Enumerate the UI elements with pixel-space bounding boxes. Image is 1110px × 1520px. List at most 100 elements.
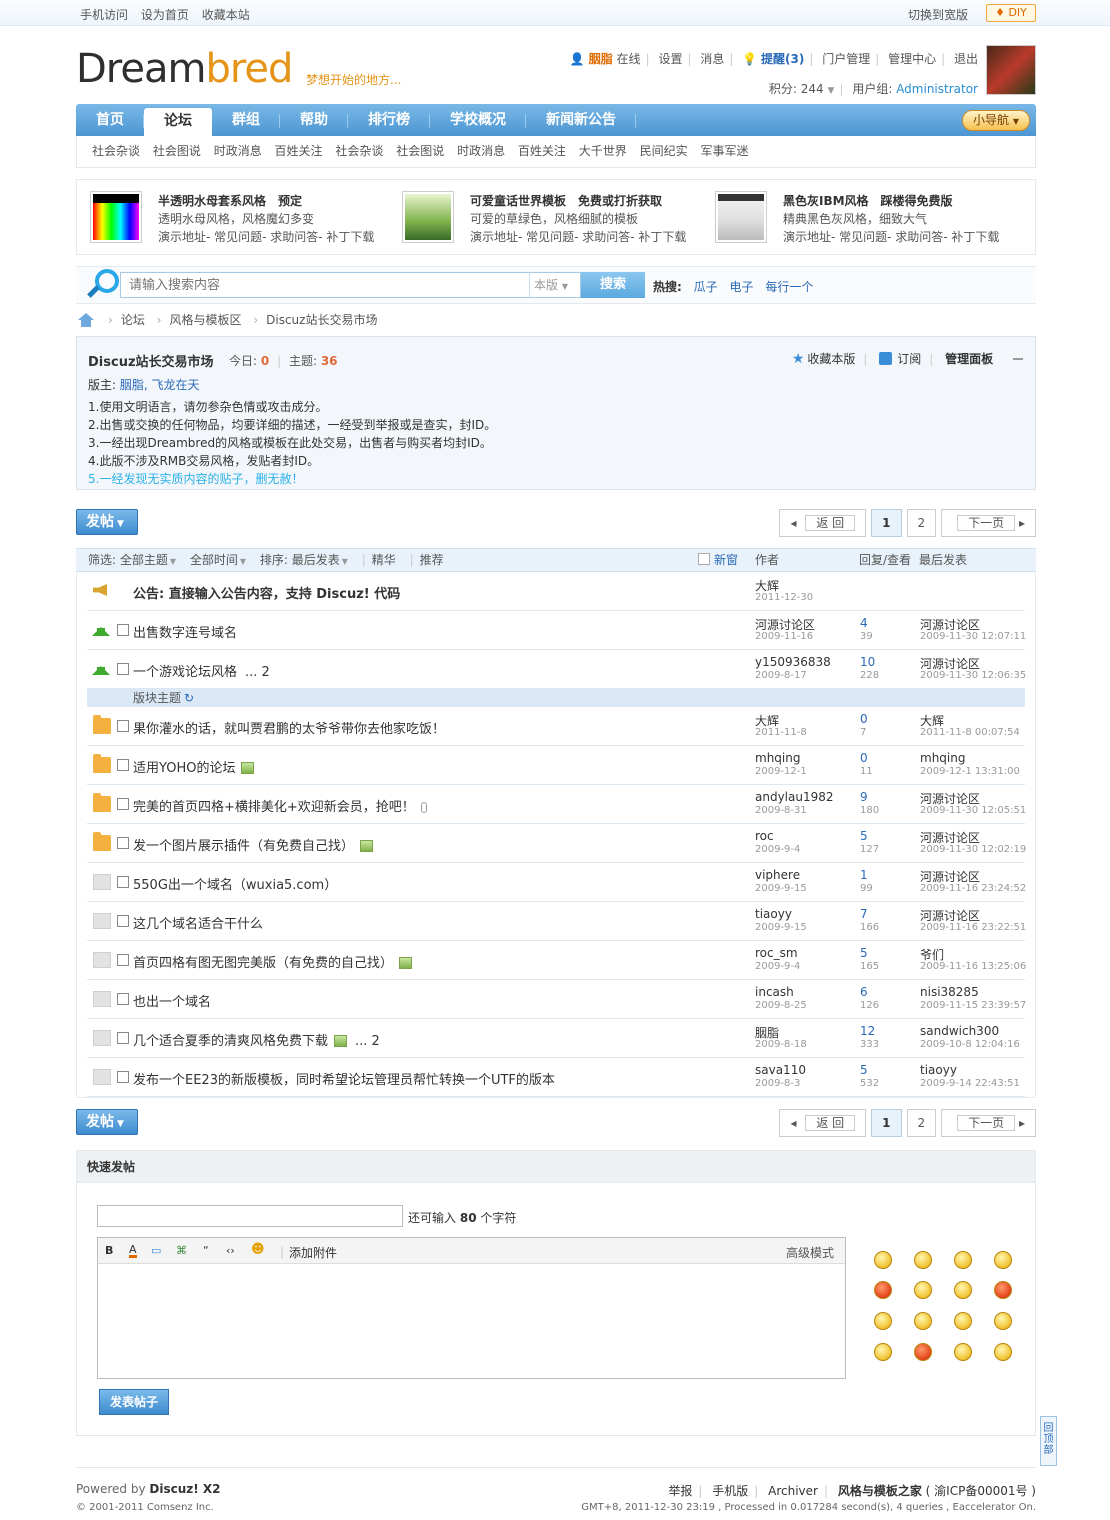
crumb-current[interactable]: Discuz站长交易市场 <box>266 313 377 327</box>
smiley-icon[interactable] <box>914 1312 932 1330</box>
filter-sort[interactable]: 排序: 最后发表 <box>260 553 340 567</box>
last-poster-link[interactable]: tiaoyy <box>920 1063 957 1077</box>
ad-links[interactable]: 演示地址- 常见问题- 求助问答- 补丁下载 <box>158 228 374 245</box>
last-post-time[interactable]: 2009-11-30 12:06:35 <box>920 670 1026 681</box>
remind-link[interactable]: 提醒(3) <box>761 52 804 66</box>
last-post-time[interactable]: 2009-11-15 23:39:57 <box>920 1000 1026 1011</box>
quick-nav-button[interactable]: 小导航 ▼ <box>962 110 1030 131</box>
folder-gray-icon[interactable] <box>93 874 111 890</box>
thread-title[interactable]: 完美的首页四格+横排美化+欢迎新会员，抢吧！ <box>133 800 415 815</box>
folder-icon[interactable] <box>93 715 111 734</box>
more-pages-link[interactable]: ... 2 <box>355 1034 380 1049</box>
thread-title[interactable]: 果你灌水的话，就叫贾君鹏的太爷爷带你去他家吃饭！ <box>133 722 445 737</box>
author-link[interactable]: andylau1982 <box>755 790 834 804</box>
reply-count[interactable]: 5 <box>860 1063 868 1077</box>
smiley-icon[interactable]: ☻ <box>251 1242 265 1257</box>
filter-all[interactable]: 筛选: 全部主题 <box>88 553 168 567</box>
report-link[interactable]: 举报 <box>668 1484 692 1498</box>
thread-title[interactable]: 这几个域名适合干什么 <box>133 917 263 932</box>
thread-title[interactable]: 发一个图片展示插件（有免费自己找） <box>133 839 354 854</box>
select-checkbox[interactable] <box>117 876 129 888</box>
folder-gray-icon[interactable] <box>93 952 111 968</box>
bookmark-link[interactable]: 收藏本站 <box>202 8 250 22</box>
thread-title[interactable]: 出售数字连号域名 <box>133 626 237 641</box>
reply-count[interactable]: 5 <box>860 829 868 843</box>
font-color-icon[interactable]: A <box>129 1244 137 1258</box>
mobile-link[interactable]: 手机访问 <box>80 8 128 22</box>
reply-count[interactable]: 6 <box>860 985 868 999</box>
author-link[interactable]: tiaoyy <box>755 907 792 921</box>
select-checkbox[interactable] <box>117 624 129 636</box>
archiver-link[interactable]: Archiver <box>768 1484 818 1498</box>
thread-title[interactable]: 一个游戏论坛风格 <box>133 665 237 680</box>
page-1[interactable]: 1 <box>871 1109 902 1137</box>
last-poster-link[interactable]: sandwich300 <box>920 1024 999 1038</box>
points-dropdown[interactable]: 积分: 244 <box>769 82 824 96</box>
icp-link[interactable]: ( 渝ICP备00001号 ) <box>926 1484 1036 1498</box>
thread-title[interactable]: 适用YOHO的论坛 <box>133 761 235 776</box>
author-link[interactable]: mhqing <box>755 751 800 765</box>
ad-title[interactable]: 黑色灰IBM风格 踩楼得免费版 <box>783 192 953 209</box>
new-window-checkbox[interactable]: 新窗 <box>698 549 738 571</box>
select-checkbox[interactable] <box>117 837 129 849</box>
page-2[interactable]: 2 <box>906 1109 937 1137</box>
ad-links[interactable]: 演示地址- 常见问题- 求助问答- 补丁下载 <box>783 228 999 245</box>
admin-center-link[interactable]: 管理中心 <box>888 52 936 66</box>
nav-news[interactable]: 新闻新公告 <box>526 104 636 136</box>
reply-count[interactable]: 12 <box>860 1024 875 1038</box>
back-to-top-button[interactable]: 回顶部 <box>1040 1416 1057 1466</box>
back-button[interactable]: ◂ 返 回 <box>779 509 867 537</box>
subnav-item[interactable]: 社会图说 <box>153 144 201 158</box>
reply-count[interactable]: 0 <box>860 712 868 726</box>
smiley-icon[interactable] <box>954 1251 972 1269</box>
reply-count[interactable]: 4 <box>860 616 868 630</box>
author-link[interactable]: y150936838 <box>755 655 831 669</box>
last-post-time[interactable]: 2009-11-30 12:07:11 <box>920 631 1026 642</box>
last-post-time[interactable]: 2011-11-8 00:07:54 <box>920 727 1020 738</box>
smiley-icon[interactable] <box>874 1343 892 1361</box>
subnav-item[interactable]: 社会图说 <box>396 144 444 158</box>
smiley-icon[interactable] <box>954 1281 972 1299</box>
nav-ranking[interactable]: 排行榜 <box>348 104 430 136</box>
bold-icon[interactable]: B <box>105 1244 113 1257</box>
smiley-icon[interactable] <box>994 1312 1012 1330</box>
folder-icon[interactable] <box>93 832 111 851</box>
nav-school[interactable]: 学校概况 <box>430 104 526 136</box>
last-post-time[interactable]: 2009-11-30 12:05:51 <box>920 805 1026 816</box>
author-link[interactable]: incash <box>755 985 794 999</box>
nav-group[interactable]: 群组 <box>212 104 280 136</box>
subnav-item[interactable]: 时政消息 <box>457 144 505 158</box>
site-name-link[interactable]: 风格与模板之家 <box>838 1484 922 1498</box>
last-poster-link[interactable]: mhqing <box>920 751 965 765</box>
author-link[interactable]: sava110 <box>755 1063 806 1077</box>
message-textarea[interactable] <box>98 1264 845 1378</box>
manage-panel-link[interactable]: 管理面板 <box>945 352 993 366</box>
quote-icon[interactable]: “ <box>203 1244 209 1257</box>
filter-recommend[interactable]: 推荐 <box>420 553 444 567</box>
folder-gray-icon[interactable] <box>93 1030 111 1046</box>
reply-count[interactable]: 0 <box>860 751 868 765</box>
collapse-icon[interactable] <box>1013 358 1023 360</box>
reply-count[interactable]: 5 <box>860 946 868 960</box>
select-checkbox[interactable] <box>117 954 129 966</box>
filter-digest[interactable]: 精华 <box>372 553 396 567</box>
subnav-item[interactable]: 百姓关注 <box>518 144 566 158</box>
page-1[interactable]: 1 <box>871 509 902 537</box>
smiley-icon[interactable] <box>914 1281 932 1299</box>
reply-count[interactable]: 9 <box>860 790 868 804</box>
select-checkbox[interactable] <box>117 663 129 675</box>
site-logo[interactable]: Dreambred <box>76 46 293 92</box>
image-icon[interactable]: ▭ <box>151 1244 161 1257</box>
select-checkbox[interactable] <box>117 1071 129 1083</box>
set-home-link[interactable]: 设为首页 <box>141 8 189 22</box>
mod-links[interactable]: 胭脂, 飞龙在天 <box>120 378 200 392</box>
thread-title[interactable]: 也出一个域名 <box>133 995 211 1010</box>
hot-link[interactable]: 瓜子 <box>694 280 718 294</box>
subnav-item[interactable]: 民间纪实 <box>640 144 688 158</box>
new-post-button[interactable]: 发帖 ▼ <box>76 509 138 535</box>
thread-title[interactable]: 发布一个EE23的新版模板，同时希望论坛管理员帮忙转换一个UTF的版本 <box>133 1073 555 1088</box>
select-checkbox[interactable] <box>117 915 129 927</box>
next-page-button[interactable]: 下一页 ▸ <box>941 1109 1036 1137</box>
smiley-icon[interactable] <box>914 1343 932 1361</box>
last-post-time[interactable]: 2009-12-1 13:31:00 <box>920 766 1020 777</box>
